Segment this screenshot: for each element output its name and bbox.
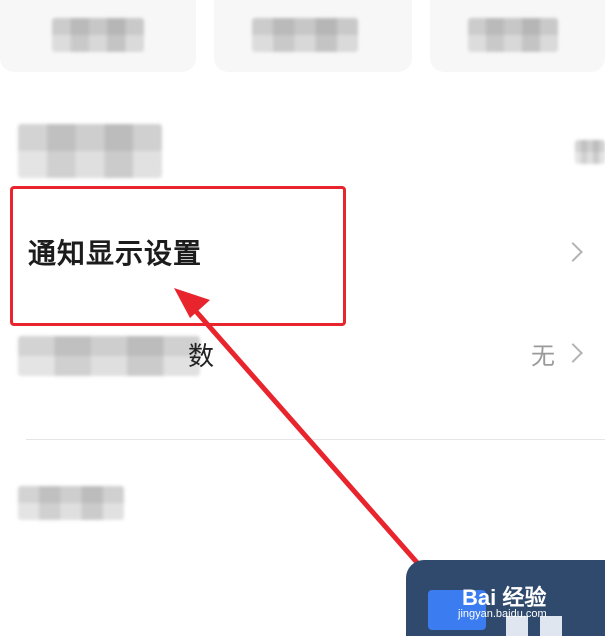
annotation-arrow	[174, 288, 453, 603]
watermark-url: jingyan.baidu.com	[458, 608, 547, 620]
